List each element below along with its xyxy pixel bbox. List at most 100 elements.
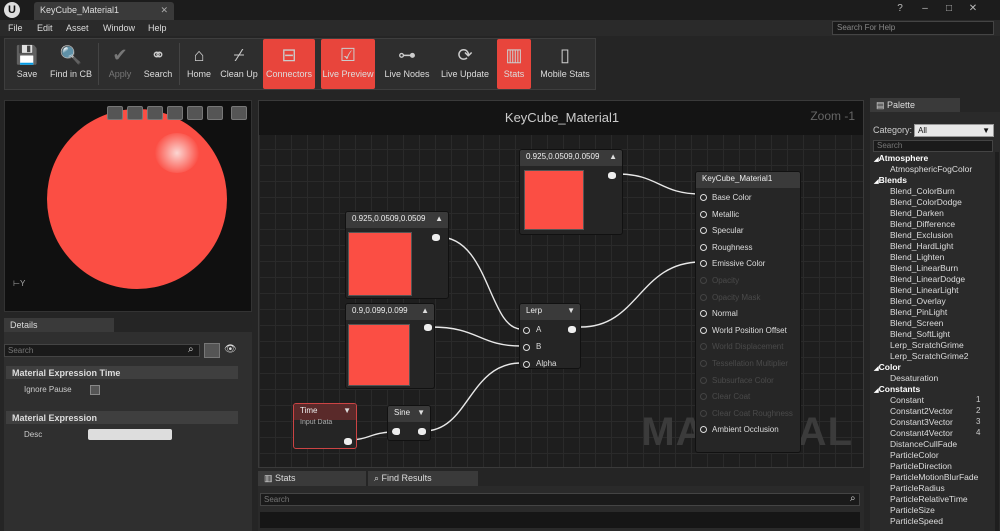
palette-item[interactable]: AtmosphericFogColor (890, 164, 972, 174)
input-pin[interactable] (700, 326, 707, 334)
stats-tab[interactable]: ▥ Stats (258, 471, 366, 486)
cylinder-preview-icon[interactable] (107, 106, 123, 120)
close-tab-icon[interactable]: ✕ (160, 5, 168, 16)
collapse-icon[interactable]: ▼ (417, 408, 425, 417)
palette-item[interactable]: Blend_ColorBurn (890, 186, 955, 196)
home-button[interactable]: ⌂ Home (181, 39, 217, 89)
collapse-icon[interactable]: ▲ (421, 306, 429, 315)
find-results-tab[interactable]: ⌕ Find Results (368, 471, 478, 486)
palette-item[interactable]: Blend_LinearLight (890, 285, 959, 295)
time-node[interactable]: Time ▼ Input Data (293, 403, 357, 449)
maximize-icon[interactable]: □ (942, 2, 956, 15)
sine-node[interactable]: Sine ▼ (387, 405, 431, 441)
collapse-icon[interactable]: ▲ (609, 152, 617, 161)
palette-item[interactable]: ParticleRelativeTime (890, 494, 968, 504)
input-pin-alpha[interactable] (523, 361, 530, 368)
section-material-expression-time[interactable]: Material Expression Time (6, 366, 238, 379)
input-pin-a[interactable] (523, 327, 530, 334)
constant3vector-node[interactable]: 0.9,0.099,0.099 ▲ (345, 303, 435, 389)
menu-help[interactable]: Help (148, 20, 167, 36)
palette-item[interactable]: Blend_PinLight (890, 307, 947, 317)
palette-search-input[interactable]: Search (873, 140, 993, 152)
menu-asset[interactable]: Asset (66, 20, 89, 36)
input-pin[interactable] (700, 310, 707, 318)
menu-file[interactable]: File (8, 20, 23, 36)
input-pin[interactable] (700, 426, 707, 434)
save-button[interactable]: 💾 Save (9, 39, 45, 89)
palette-item[interactable]: Desaturation (890, 373, 938, 383)
live-update-button[interactable]: ⟳ Live Update (437, 39, 493, 89)
document-tab[interactable]: KeyCube_Material1 ✕ (34, 2, 174, 20)
category-select[interactable]: All ▼ (914, 124, 994, 137)
palette-category[interactable]: ◢Blends (874, 175, 907, 185)
palette-category[interactable]: ◢Atmosphere (874, 153, 928, 163)
palette-item[interactable]: Blend_Overlay (890, 296, 946, 306)
palette-item[interactable]: Blend_LinearDodge (890, 274, 965, 284)
input-pin[interactable] (700, 227, 707, 235)
find-search-input[interactable]: Search (260, 493, 860, 506)
output-pin[interactable] (344, 438, 352, 445)
output-pin[interactable] (418, 428, 426, 435)
lerp-node[interactable]: Lerp ▼ A B Alpha (519, 303, 581, 369)
palette-item[interactable]: ParticleSize (890, 505, 935, 515)
find-in-cb-button[interactable]: 🔍 Find in CB (47, 39, 95, 89)
close-window-icon[interactable]: ✕ (966, 2, 980, 15)
cube-preview-icon[interactable] (167, 106, 183, 120)
menu-edit[interactable]: Edit (37, 20, 53, 36)
output-pin[interactable] (568, 326, 576, 333)
material-graph[interactable]: KeyCube_Material1 Zoom -1 MATERIAL 0.925… (258, 100, 864, 468)
live-preview-button[interactable]: ☑ Live Preview (321, 39, 375, 89)
palette-item[interactable]: ParticleColor (890, 450, 939, 460)
palette-item[interactable]: DistanceCullFade (890, 439, 957, 449)
help-icon[interactable]: ? (893, 2, 907, 15)
stats-button[interactable]: ▥ Stats (497, 39, 531, 89)
collapse-icon[interactable]: ▲ (435, 214, 443, 223)
plane-preview-icon[interactable] (147, 106, 163, 120)
palette-item[interactable]: Blend_SoftLight (890, 329, 950, 339)
eye-visibility-icon[interactable]: 👁 (224, 344, 237, 355)
palette-item[interactable]: Blend_HardLight (890, 241, 953, 251)
output-pin[interactable] (432, 234, 440, 241)
material-preview-viewport[interactable]: ⊢Y (4, 100, 252, 312)
palette-item[interactable]: Blend_Exclusion (890, 230, 953, 240)
details-search-input[interactable]: Search (4, 344, 200, 357)
palette-item[interactable]: Blend_Lighten (890, 252, 944, 262)
palette-item[interactable]: Blend_Darken (890, 208, 944, 218)
output-pin[interactable] (608, 172, 616, 179)
mesh-preview-icon[interactable] (187, 106, 203, 120)
menu-window[interactable]: Window (103, 20, 135, 36)
palette-item[interactable]: Constant4Vector (890, 428, 953, 438)
desc-field[interactable] (88, 429, 172, 440)
sphere-preview-icon[interactable] (127, 106, 143, 120)
palette-item[interactable]: ParticleMotionBlurFade (890, 472, 978, 482)
property-matrix-icon[interactable] (204, 343, 220, 358)
palette-tab[interactable]: ▤ Palette (870, 98, 960, 112)
palette-category[interactable]: ◢Color (874, 362, 901, 372)
collapse-icon[interactable]: ▼ (567, 306, 575, 315)
palette-item[interactable]: ParticleSpeed (890, 516, 943, 526)
realtime-toggle-icon[interactable] (231, 106, 247, 120)
palette-item[interactable]: Constant (890, 395, 924, 405)
connectors-button[interactable]: ⊟ Connectors (263, 39, 315, 89)
material-result-node[interactable]: KeyCube_Material1 Base Color Metallic Spec… (695, 171, 801, 453)
live-nodes-button[interactable]: ⊶ Live Nodes (381, 39, 433, 89)
input-pin[interactable] (700, 210, 707, 218)
constant3vector-node[interactable]: 0.925,0.0509,0.0509 ▲ (519, 149, 623, 235)
input-pin[interactable] (392, 428, 400, 435)
grid-toggle-icon[interactable] (207, 106, 223, 120)
input-pin-b[interactable] (523, 344, 530, 351)
input-pin[interactable] (700, 194, 707, 201)
apply-button[interactable]: ✔ Apply (101, 39, 139, 89)
minimize-icon[interactable]: – (918, 2, 932, 15)
palette-item[interactable]: Blend_ColorDodge (890, 197, 962, 207)
input-pin[interactable] (700, 243, 707, 251)
palette-item[interactable]: Constant2Vector (890, 406, 953, 416)
input-pin[interactable] (700, 260, 707, 268)
palette-item[interactable]: Blend_LinearBurn (890, 263, 958, 273)
help-search-input[interactable]: Search For Help (832, 21, 994, 35)
collapse-icon[interactable]: ▼ (343, 406, 351, 415)
output-pin[interactable] (424, 324, 432, 331)
mobile-stats-button[interactable]: ▯ Mobile Stats (537, 39, 593, 89)
search-button[interactable]: ⚭ Search (139, 39, 177, 89)
section-material-expression[interactable]: Material Expression (6, 411, 238, 424)
